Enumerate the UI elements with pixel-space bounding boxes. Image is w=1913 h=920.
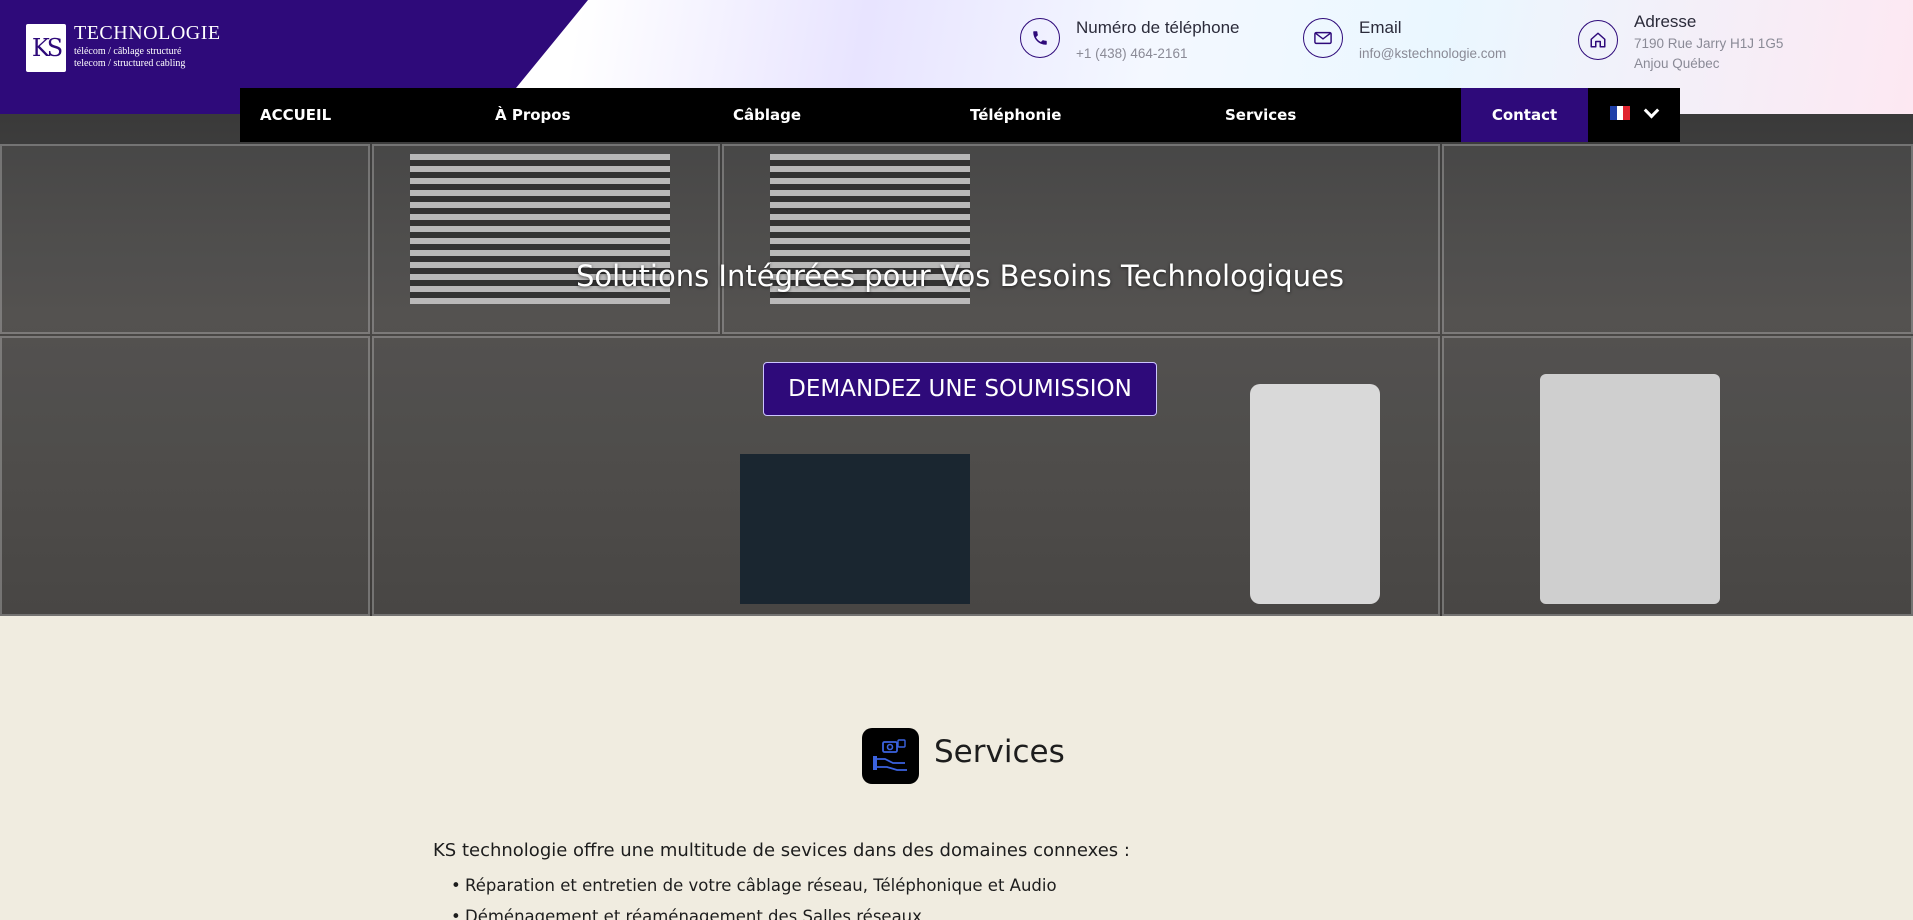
- nav-telephonie[interactable]: Téléphonie: [970, 88, 1061, 142]
- french-flag-icon: [1610, 106, 1631, 120]
- nav-accueil[interactable]: ACCUEIL: [260, 88, 331, 142]
- speaker-image: [1540, 374, 1720, 604]
- logo-letters: KS: [31, 34, 63, 62]
- brand-tagline-fr: télécom / câblage structuré: [74, 46, 182, 57]
- services-icon: [862, 728, 919, 784]
- hero-title: Solutions Intégrées pour Vos Besoins Tec…: [575, 259, 1345, 293]
- hero-panel: [0, 144, 370, 334]
- nav-cablage[interactable]: Câblage: [733, 88, 801, 142]
- address-line-2: Anjou Québec: [1634, 56, 1720, 71]
- mail-icon: [1303, 18, 1343, 58]
- address-line-1: 7190 Rue Jarry H1J 1G5: [1634, 36, 1784, 51]
- nav-contact-button[interactable]: Contact: [1461, 88, 1588, 142]
- contact-address-value: 7190 Rue Jarry H1J 1G5 Anjou Québec: [1634, 34, 1783, 74]
- services-list: Réparation et entretien de votre câblage…: [451, 876, 1057, 920]
- contact-email-value[interactable]: info@kstechnologie.com: [1359, 44, 1506, 64]
- language-selector[interactable]: [1610, 102, 1660, 120]
- hero-panel: [0, 336, 370, 616]
- list-item: Déménagement et réaménagement des Salles…: [451, 907, 1057, 920]
- contact-email-label: Email: [1359, 18, 1402, 37]
- list-item: Réparation et entretien de votre câblage…: [451, 876, 1057, 907]
- contact-phone-value[interactable]: +1 (438) 464-2161: [1076, 44, 1240, 64]
- nav-a-propos[interactable]: À Propos: [495, 88, 571, 142]
- services-heading: Services: [934, 734, 1065, 770]
- contact-email[interactable]: Email info@kstechnologie.com: [1303, 18, 1506, 64]
- request-quote-button[interactable]: DEMANDEZ UNE SOUMISSION: [763, 362, 1157, 416]
- intercom-image: [1250, 384, 1380, 604]
- contact-address-label: Adresse: [1634, 12, 1697, 31]
- home-icon: [1578, 20, 1618, 60]
- brand-tagline: télécom / câblage structuré telecom / st…: [74, 46, 185, 70]
- tv-screen-image: [740, 454, 970, 604]
- contact-phone-label: Numéro de téléphone: [1076, 18, 1240, 37]
- hero-banner: Solutions Intégrées pour Vos Besoins Tec…: [0, 114, 1913, 616]
- contact-phone[interactable]: Numéro de téléphone +1 (438) 464-2161: [1020, 18, 1240, 64]
- brand-tagline-en: telecom / structured cabling: [74, 58, 186, 69]
- brand-name: TECHNOLOGIE: [74, 22, 221, 44]
- chevron-down-icon: [1643, 102, 1660, 118]
- phone-icon: [1020, 18, 1060, 58]
- main-nav: ACCUEIL À Propos Câblage Téléphonie Serv…: [240, 88, 1680, 142]
- hero-panel: [1442, 144, 1913, 334]
- logo[interactable]: KS: [26, 24, 66, 72]
- contact-address: Adresse 7190 Rue Jarry H1J 1G5 Anjou Qué…: [1578, 12, 1783, 74]
- services-intro: KS technologie offre une multitude de se…: [433, 840, 1130, 861]
- nav-services[interactable]: Services: [1225, 88, 1296, 142]
